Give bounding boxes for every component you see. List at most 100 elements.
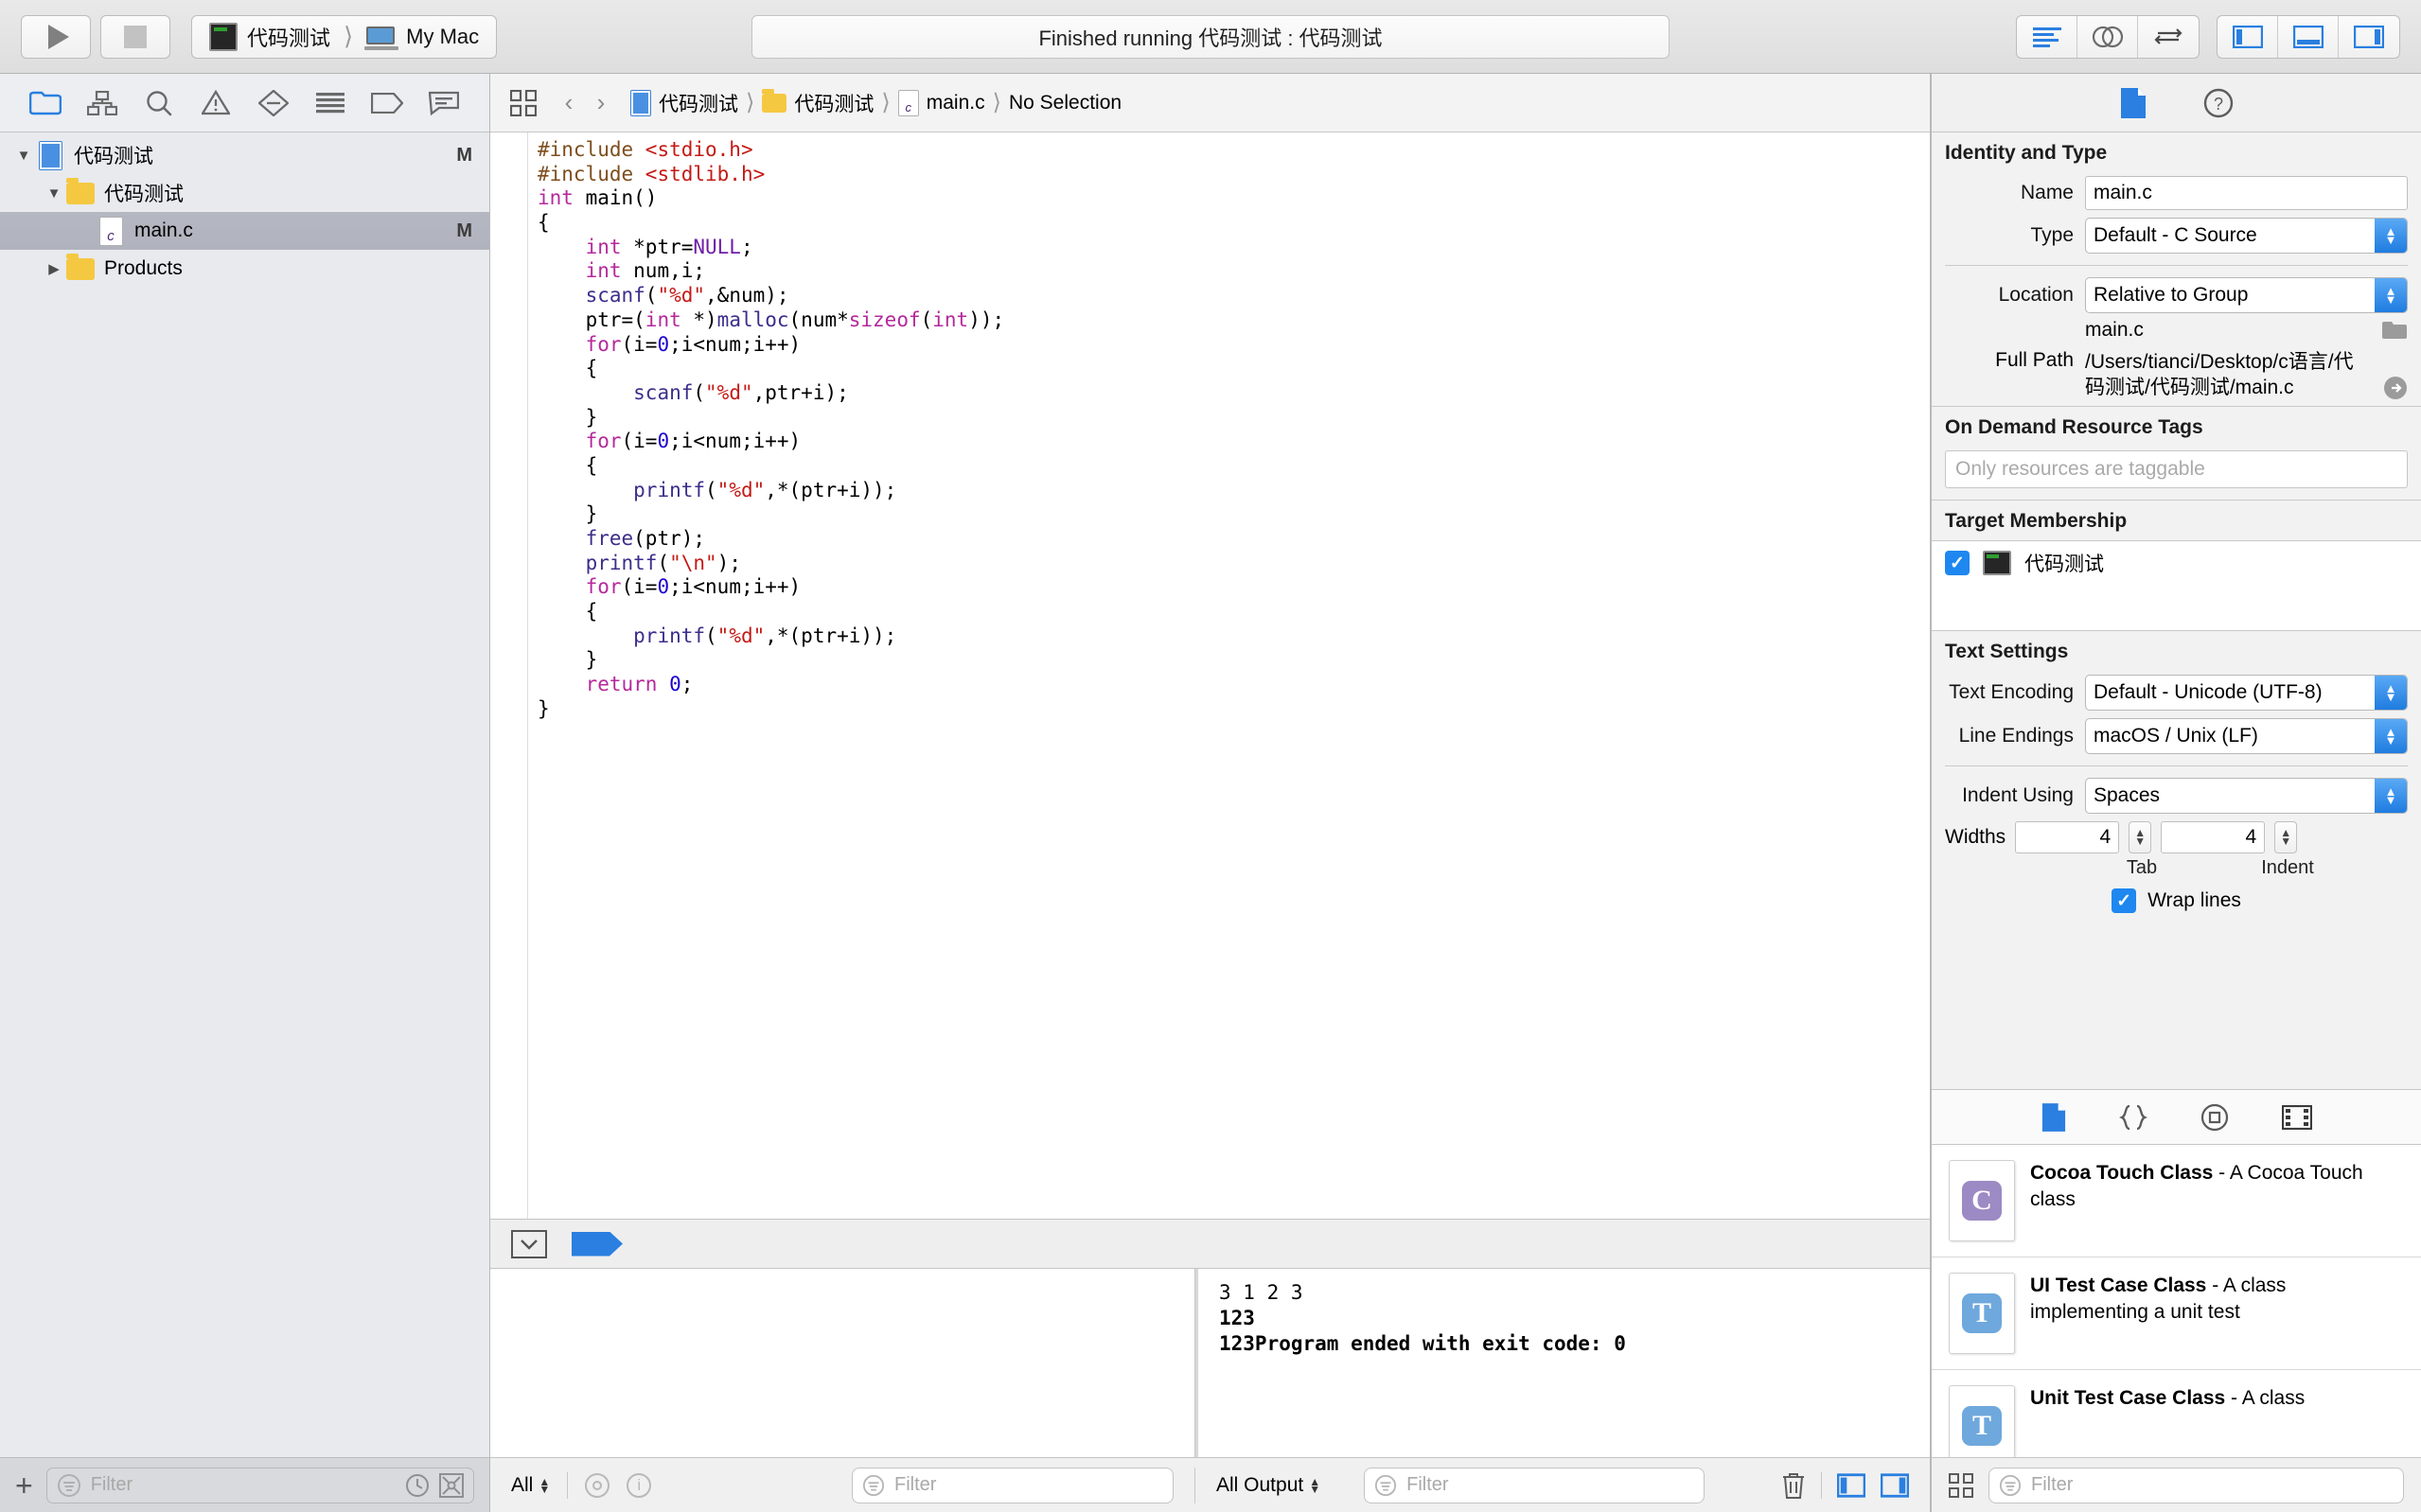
folder-choose-icon[interactable] [2381,319,2408,342]
breadcrumb-label: 代码测试 [659,93,738,115]
run-button[interactable] [21,14,91,59]
toggle-debug-area-button[interactable] [2278,15,2339,58]
code-line: #include <stdlib.h> [538,162,766,185]
watch-icon[interactable] [585,1472,610,1498]
trash-icon[interactable] [1781,1471,1806,1500]
filter-icon [57,1473,80,1497]
find-navigator-tab[interactable] [137,84,181,122]
wrap-lines-checkbox[interactable]: ✓ [2112,888,2137,913]
inspector-empty-space [1932,924,2421,1090]
debug-area: 3 1 2 3 123 123Program ended with exit c… [490,1268,1930,1457]
type-popup[interactable]: Default - C Source ▲ ▼ [2085,218,2408,254]
file-inspector-tab[interactable] [2120,87,2147,119]
indent-width-field[interactable]: 4 [2161,821,2266,853]
line-endings-popup[interactable]: macOS / Unix (LF) ▲ ▼ [2085,718,2408,754]
breadcrumb-label: No Selection [1008,91,1122,114]
indent-width-stepper[interactable]: ▲ ▼ [2274,821,2298,853]
indent-using-label: Indent Using [1962,784,2074,806]
media-library-tab[interactable] [2281,1104,2312,1130]
hide-debug-area-icon[interactable] [511,1229,547,1258]
show-console-view-button[interactable] [1881,1472,1909,1498]
target-checkbox[interactable]: ✓ [1945,551,1970,575]
name-label: Name [2020,182,2074,203]
breadcrumb-item-project[interactable]: 代码测试 [630,89,738,117]
console-filter-input[interactable]: Filter [1364,1467,1705,1503]
code-line: free(ptr); [585,527,706,550]
source-control-navigator-tab[interactable] [80,84,124,122]
console-output[interactable]: 3 1 2 3 123 123Program ended with exit c… [1195,1269,1930,1457]
assistant-editor-button[interactable] [2077,15,2138,58]
indent-using-value: Spaces [2094,784,2161,806]
target-list-empty-space [1932,585,2421,630]
unit-test-case-class-icon: T [1949,1385,2015,1457]
source-code-text[interactable]: #include <stdio.h> #include <stdlib.h> int… [528,132,1930,1219]
toggle-navigator-button[interactable] [2218,15,2278,58]
project-navigator-tab[interactable] [24,84,67,122]
console-scope-popup[interactable]: All Output ▲ ▼ [1216,1474,1320,1497]
test-navigator-tab[interactable] [252,84,295,122]
disclosure-triangle-closed[interactable]: ▶ [42,260,66,277]
standard-editor-button[interactable] [2017,15,2077,58]
file-template-library-tab[interactable] [2041,1102,2066,1133]
type-row: Type Default - C Source ▲ ▼ [1932,214,2421,257]
stop-button[interactable] [100,14,170,59]
library-item[interactable]: C Cocoa Touch Class - A Cocoa Touch clas… [1932,1145,2421,1257]
version-editor-button[interactable] [2138,16,2199,58]
show-variables-view-button[interactable] [1837,1472,1865,1498]
library-item[interactable]: T Unit Test Case Class - A class [1932,1370,2421,1457]
target-membership-row[interactable]: ✓ 代码测试 [1932,541,2421,585]
disclosure-triangle-open[interactable]: ▼ [42,185,66,202]
variables-view[interactable] [490,1269,1195,1457]
breakpoints-toggle-icon[interactable] [572,1231,623,1257]
quick-help-inspector-tab[interactable]: ? [2203,88,2234,118]
toggle-utilities-button[interactable] [2339,16,2399,58]
location-popup[interactable]: Relative to Group ▲ ▼ [2085,277,2408,313]
indent-caption: Indent [2261,857,2314,878]
tab-width-field[interactable]: 4 [2015,821,2120,853]
object-library-tab[interactable] [2200,1103,2229,1132]
library-item[interactable]: T UI Test Case Class - A class implement… [1932,1257,2421,1370]
name-field[interactable]: main.c [2085,176,2408,210]
disclosure-triangle-open[interactable]: ▼ [11,148,36,164]
variables-filter-input[interactable]: Filter [852,1467,1174,1503]
debug-navigator-tab[interactable] [309,84,352,122]
editor-gutter[interactable] [490,132,528,1219]
reveal-in-finder-icon[interactable] [2383,376,2408,400]
add-file-button[interactable]: + [15,1470,33,1501]
chevron-updown-icon: ▲ ▼ [2375,676,2407,710]
tree-row-main-c[interactable]: c main.c M [0,212,489,250]
report-navigator-tab[interactable] [422,84,466,122]
indent-using-popup[interactable]: Spaces ▲ ▼ [2085,778,2408,814]
breadcrumb-item-group[interactable]: 代码测试 [762,88,874,117]
related-items-icon[interactable] [507,87,539,119]
x-box-icon[interactable] [439,1472,464,1498]
breadcrumb-item-file[interactable]: c main.c [897,89,985,116]
tree-row-products[interactable]: ▶ Products [0,250,489,288]
clock-icon[interactable] [405,1473,430,1498]
source-editor[interactable]: #include <stdio.h> #include <stdlib.h> int… [490,132,1930,1219]
project-icon [630,89,651,116]
info-icon[interactable]: i [627,1472,652,1498]
breadcrumb-item-selection[interactable]: No Selection [1009,92,1122,114]
scheme-destination-control[interactable]: 代码测试 ⟩ My Mac [191,14,498,59]
code-line: for(i=0;i<num;i++) [585,430,802,453]
variables-controls: All ▲ ▼ i Filter [490,1467,1195,1503]
tree-row-group[interactable]: ▼ 代码测试 [0,174,489,212]
grid-layout-icon[interactable] [1949,1472,1973,1498]
library-list[interactable]: C Cocoa Touch Class - A Cocoa Touch clas… [1932,1145,2421,1457]
breakpoint-navigator-tab[interactable] [365,84,409,122]
icon-letter: C [1962,1181,2002,1221]
tab-width-stepper[interactable]: ▲ ▼ [2129,821,2152,853]
navigate-back-button[interactable]: ‹ [553,88,585,117]
issue-navigator-tab[interactable] [194,84,238,122]
tree-row-project[interactable]: ▼ 代码测试 M [0,136,489,174]
variables-scope-popup[interactable]: All ▲ ▼ [511,1474,550,1497]
odr-tags-field[interactable]: Only resources are taggable [1945,450,2408,488]
text-encoding-popup[interactable]: Default - Unicode (UTF-8) ▲ ▼ [2085,675,2408,711]
wrap-lines-row[interactable]: ✓ Wrap lines [1932,879,2421,924]
navigate-forward-button[interactable]: › [585,88,617,117]
library-filter-input[interactable]: Filter [1988,1467,2404,1503]
navigator-filter-input[interactable]: Filter [45,1467,474,1503]
code-snippet-library-tab[interactable] [2118,1104,2147,1131]
